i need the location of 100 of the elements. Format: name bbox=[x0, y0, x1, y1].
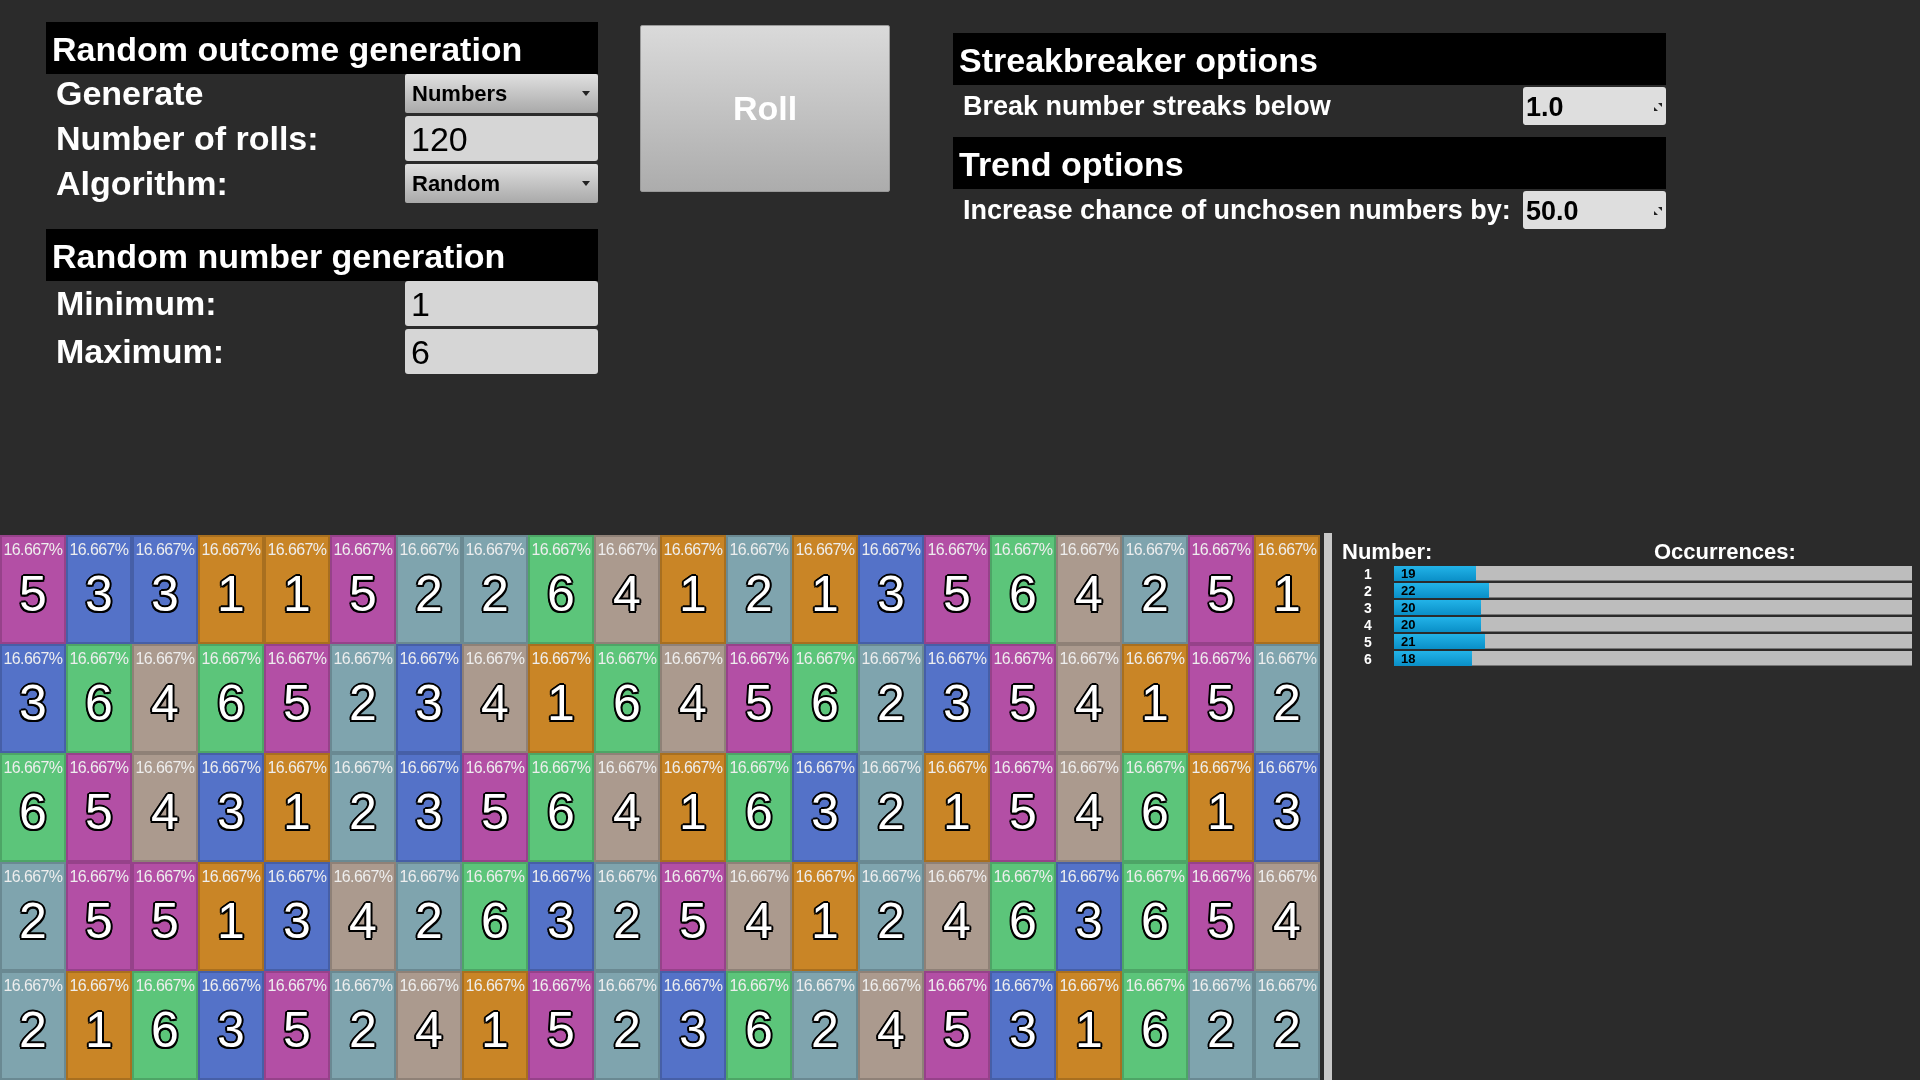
section-header: Random number generation bbox=[46, 229, 598, 281]
rolled-number: 6 bbox=[481, 892, 509, 950]
probability-label: 16.667% bbox=[267, 977, 327, 995]
probability-label: 16.667% bbox=[201, 650, 261, 668]
probability-label: 16.667% bbox=[927, 977, 987, 995]
rolled-number: 5 bbox=[85, 892, 113, 950]
probability-label: 16.667% bbox=[861, 759, 921, 777]
probability-label: 16.667% bbox=[795, 650, 855, 668]
rolled-number: 4 bbox=[1075, 565, 1103, 623]
probability-label: 16.667% bbox=[201, 977, 261, 995]
probability-label: 16.667% bbox=[333, 977, 393, 995]
rolled-number: 6 bbox=[151, 1001, 179, 1059]
rolled-number: 3 bbox=[1009, 1001, 1037, 1059]
number-field[interactable]: 50.0 bbox=[1523, 191, 1666, 229]
rolled-number: 6 bbox=[547, 565, 575, 623]
probability-label: 16.667% bbox=[795, 541, 855, 559]
probability-label: 16.667% bbox=[927, 759, 987, 777]
probability-label: 16.667% bbox=[1059, 977, 1119, 995]
rolled-number: 2 bbox=[1273, 1001, 1301, 1059]
rolled-number: 2 bbox=[349, 783, 377, 841]
rolled-number: 2 bbox=[613, 1001, 641, 1059]
rolled-number: 3 bbox=[415, 674, 443, 732]
column-header: Number: bbox=[1342, 539, 1434, 565]
occurrence-count: 21 bbox=[1401, 634, 1416, 649]
rolled-number: 1 bbox=[283, 565, 311, 623]
probability-label: 16.667% bbox=[333, 759, 393, 777]
dropdown[interactable]: Random bbox=[405, 164, 598, 203]
probability-label: 16.667% bbox=[993, 868, 1053, 886]
probability-label: 16.667% bbox=[267, 541, 327, 559]
resize-handle-icon bbox=[1654, 103, 1662, 111]
rolled-number: 4 bbox=[151, 783, 179, 841]
rolled-number: 2 bbox=[19, 1001, 47, 1059]
rolled-number: 2 bbox=[1207, 1001, 1235, 1059]
rolled-number: 4 bbox=[481, 674, 509, 732]
input-field[interactable]: 1 bbox=[405, 281, 598, 326]
number-field[interactable]: 1.0 bbox=[1523, 87, 1666, 125]
probability-label: 16.667% bbox=[597, 541, 657, 559]
field-label: Maximum: bbox=[56, 332, 226, 371]
probability-label: 16.667% bbox=[267, 759, 327, 777]
caret-icon bbox=[582, 181, 590, 186]
number-label: 6 bbox=[1363, 650, 1373, 667]
rolled-number: 4 bbox=[349, 892, 377, 950]
rolled-number: 2 bbox=[877, 892, 905, 950]
probability-label: 16.667% bbox=[267, 650, 327, 668]
resize-handle-icon bbox=[1654, 207, 1662, 215]
rolled-number: 4 bbox=[679, 674, 707, 732]
probability-label: 16.667% bbox=[1125, 650, 1185, 668]
probability-label: 16.667% bbox=[795, 977, 855, 995]
input-field[interactable]: 120 bbox=[405, 116, 598, 161]
caret-icon bbox=[582, 91, 590, 96]
rolled-number: 6 bbox=[613, 674, 641, 732]
rolled-number: 5 bbox=[943, 1001, 971, 1059]
probability-label: 16.667% bbox=[1125, 868, 1185, 886]
rolled-number: 6 bbox=[19, 783, 47, 841]
probability-label: 16.667% bbox=[201, 868, 261, 886]
occurrence-count: 18 bbox=[1401, 651, 1416, 666]
probability-label: 16.667% bbox=[399, 977, 459, 995]
probability-label: 16.667% bbox=[993, 541, 1053, 559]
probability-label: 16.667% bbox=[663, 868, 723, 886]
probability-label: 16.667% bbox=[69, 541, 129, 559]
number-label: 2 bbox=[1363, 582, 1373, 599]
number-label: 1 bbox=[1363, 565, 1373, 582]
number-label: 3 bbox=[1363, 599, 1373, 616]
probability-label: 16.667% bbox=[333, 868, 393, 886]
rolled-number: 6 bbox=[745, 783, 773, 841]
rolled-number: 2 bbox=[1273, 674, 1301, 732]
probability-label: 16.667% bbox=[135, 650, 195, 668]
probability-label: 16.667% bbox=[663, 977, 723, 995]
rolled-number: 1 bbox=[217, 565, 245, 623]
rolled-number: 1 bbox=[1273, 565, 1301, 623]
probability-label: 16.667% bbox=[399, 541, 459, 559]
probability-label: 16.667% bbox=[3, 759, 63, 777]
occurrence-count: 22 bbox=[1401, 583, 1416, 598]
rolled-number: 3 bbox=[151, 565, 179, 623]
probability-label: 16.667% bbox=[465, 759, 525, 777]
rolled-number: 1 bbox=[679, 565, 707, 623]
probability-label: 16.667% bbox=[663, 541, 723, 559]
dropdown[interactable]: Numbers bbox=[405, 74, 598, 113]
probability-label: 16.667% bbox=[3, 868, 63, 886]
rolled-number: 3 bbox=[547, 892, 575, 950]
rolled-number: 5 bbox=[943, 565, 971, 623]
occurrence-count: 20 bbox=[1401, 600, 1416, 615]
rolled-number: 2 bbox=[415, 565, 443, 623]
rolled-number: 5 bbox=[481, 783, 509, 841]
rolled-number: 2 bbox=[877, 783, 905, 841]
probability-label: 16.667% bbox=[333, 541, 393, 559]
rolled-number: 2 bbox=[1141, 565, 1169, 623]
rolled-number: 5 bbox=[1207, 674, 1235, 732]
probability-label: 16.667% bbox=[1125, 759, 1185, 777]
rolled-number: 6 bbox=[1009, 565, 1037, 623]
rolled-number: 5 bbox=[745, 674, 773, 732]
input-field[interactable]: 6 bbox=[405, 329, 598, 374]
rolled-number: 6 bbox=[1141, 783, 1169, 841]
probability-label: 16.667% bbox=[1257, 541, 1317, 559]
probability-label: 16.667% bbox=[333, 650, 393, 668]
rolled-number: 4 bbox=[1273, 892, 1301, 950]
probability-label: 16.667% bbox=[927, 541, 987, 559]
rolled-number: 3 bbox=[217, 1001, 245, 1059]
rolled-number: 2 bbox=[745, 565, 773, 623]
probability-label: 16.667% bbox=[3, 977, 63, 995]
